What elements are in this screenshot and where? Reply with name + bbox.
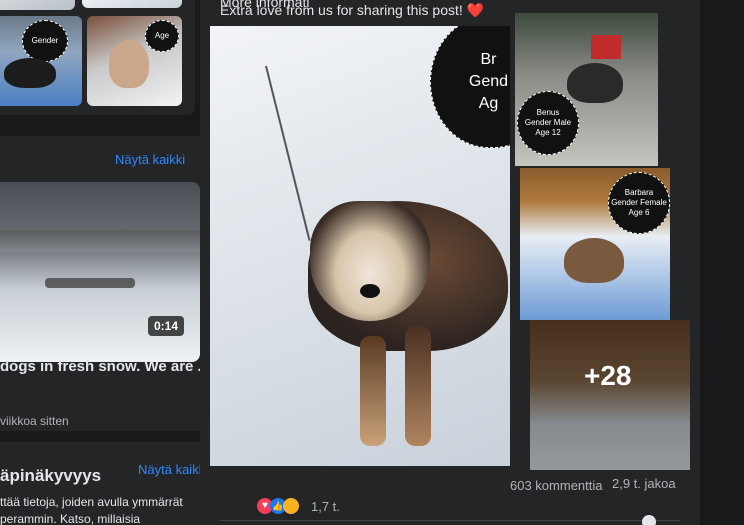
more-overlay	[530, 320, 690, 470]
video-duration: 0:14	[147, 316, 184, 336]
post-photo-3[interactable]: Barbara Gender Female Age 6	[520, 168, 670, 320]
tile-badge-2-text: Age	[154, 31, 170, 40]
photo-tile-2[interactable]	[82, 0, 182, 8]
forest-line	[0, 230, 200, 252]
dog-team	[45, 278, 135, 288]
dog-figure-2	[109, 40, 149, 88]
transparency-card: äpinäkyvyys Näytä kaikki ttää tietoja, j…	[0, 442, 226, 525]
photo-3-badge-line-3: Age 6	[628, 208, 650, 217]
photo-3-badge: Barbara Gender Female Age 6	[608, 172, 670, 234]
post-main-photo[interactable]: Br Gend Ag	[210, 26, 510, 466]
reactions-count[interactable]: 1,7 t.	[311, 499, 340, 514]
photo-tile-4[interactable]: Age	[87, 16, 182, 106]
dog-leg-2	[405, 326, 431, 446]
shares-count[interactable]: 2,9 t. jakoa	[612, 476, 676, 491]
photo-tile-3[interactable]: Gender	[0, 16, 82, 106]
chain-leash	[265, 65, 311, 241]
audience-icon[interactable]	[642, 515, 656, 525]
post-photo-2[interactable]: Benus Gender Male Age 12	[515, 13, 658, 166]
post-photo-more[interactable]: +28	[530, 320, 690, 470]
video-time: viikkoa sitten	[0, 414, 69, 428]
tile-badge-text: Gender	[31, 36, 59, 45]
dog-head	[310, 201, 430, 321]
dog-leg-1	[360, 336, 386, 446]
care-reaction-icon	[283, 498, 299, 514]
heart-emoji: ❤️	[466, 2, 485, 18]
dog-figure-4	[564, 238, 624, 283]
photo-3-badge-line-2: Gender Female	[611, 198, 667, 207]
photo-2-badge-line-2: Gender Male	[524, 118, 572, 127]
main-photo-badge: Br Gend Ag	[430, 26, 510, 148]
more-photos-count: +28	[584, 360, 632, 391]
dog-nose	[360, 284, 380, 298]
tile-badge: Gender	[22, 20, 68, 62]
photo-2-badge-line-3: Age 12	[535, 128, 561, 137]
tile-badge-2: Age	[145, 20, 179, 52]
badge-line-2: Gend	[468, 73, 509, 90]
dog-figure-3	[567, 63, 623, 103]
page: Gender Age Näytä kaikki 0:14 dogs in fre…	[0, 0, 744, 525]
comments-count[interactable]: 603 kommenttia	[510, 478, 603, 493]
video-title[interactable]: dogs in fresh snow. We are ...	[0, 358, 210, 375]
doghouse	[591, 35, 621, 59]
photo-tile-1[interactable]	[0, 0, 75, 10]
transparency-text-2: perammin. Katso, millaisia	[0, 512, 141, 525]
videos-see-all-link[interactable]: Näytä kaikki	[115, 152, 185, 167]
video-thumbnail[interactable]: 0:14	[0, 182, 200, 362]
videos-card: Näytä kaikki 0:14 dogs in fresh snow. We…	[0, 136, 212, 431]
transparency-title: äpinäkyvyys	[0, 466, 102, 485]
post-caption-text: Extra love from us for sharing this post…	[220, 2, 463, 18]
reactions-bar[interactable]: ♥ 👍 1,7 t.	[257, 498, 340, 514]
dog-figure	[4, 58, 56, 88]
badge-line-1: Br	[480, 51, 497, 68]
post-card: More informati Extra love from us for sh…	[200, 0, 700, 525]
photos-card: Gender Age	[0, 0, 195, 115]
badge-line-3: Ag	[478, 95, 499, 112]
footer-divider	[220, 520, 680, 521]
photo-3-badge-line-1: Barbara	[624, 188, 654, 197]
transparency-see-all-link[interactable]: Näytä kaikki	[138, 462, 208, 477]
photo-2-badge-line-1: Benus	[536, 108, 560, 117]
post-caption: Extra love from us for sharing this post…	[220, 2, 484, 19]
transparency-text-1: ttää tietoja, joiden avulla ymmärrät	[0, 495, 183, 509]
photo-2-badge: Benus Gender Male Age 12	[517, 91, 579, 155]
